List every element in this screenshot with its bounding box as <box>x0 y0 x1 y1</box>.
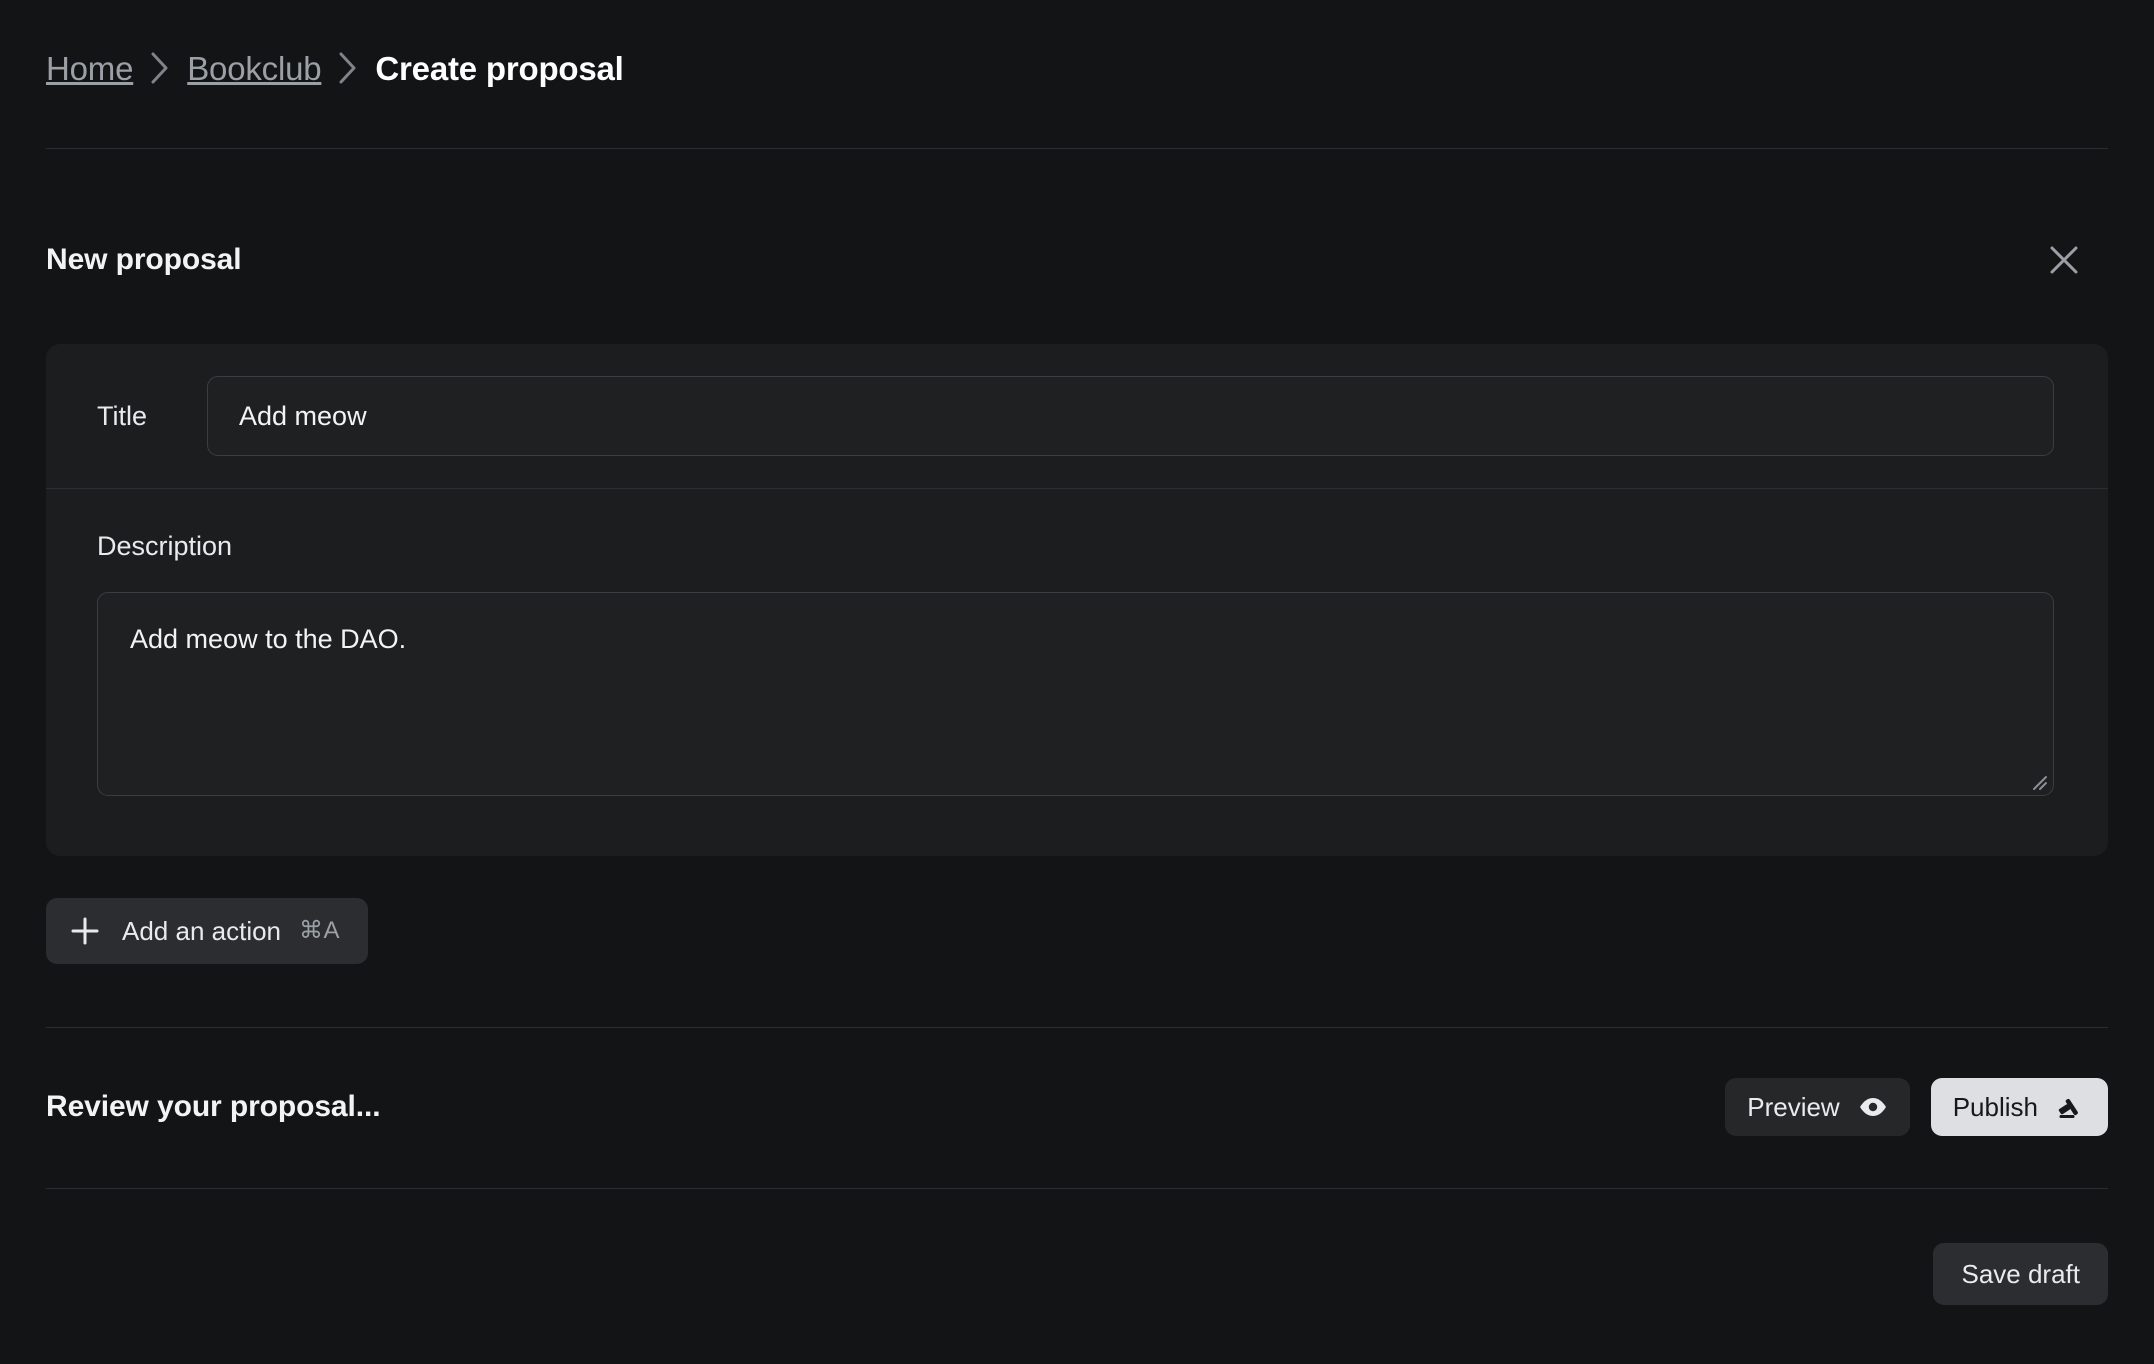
save-draft-button[interactable]: Save draft <box>1933 1243 2108 1305</box>
gavel-icon <box>2056 1092 2086 1122</box>
create-proposal-page: Home Bookclub Create proposal New propos… <box>0 0 2154 1364</box>
description-field-block: Description <box>46 489 2108 796</box>
review-title: Review your proposal... <box>46 1090 381 1123</box>
publish-button-label: Publish <box>1952 1092 2038 1122</box>
review-actions: Preview Publish <box>1725 1078 2108 1136</box>
title-label: Title <box>97 400 148 431</box>
breadcrumb: Home Bookclub Create proposal <box>46 44 624 92</box>
preview-button[interactable]: Preview <box>1725 1078 1910 1136</box>
publish-button[interactable]: Publish <box>1930 1078 2108 1136</box>
proposal-form-card: Title Description <box>46 344 2108 856</box>
description-label: Description <box>97 531 233 561</box>
breadcrumb-item-home[interactable]: Home <box>46 52 133 85</box>
close-icon[interactable] <box>2044 240 2084 280</box>
page-title: New proposal <box>46 243 242 276</box>
preview-button-label: Preview <box>1747 1092 1840 1122</box>
title-input[interactable] <box>207 376 2054 456</box>
breadcrumb-divider <box>46 148 2108 149</box>
eye-icon <box>1858 1092 1888 1122</box>
add-action-button[interactable]: Add an action ⌘A <box>46 898 369 964</box>
description-input[interactable] <box>97 592 2054 796</box>
breadcrumb-item-bookclub[interactable]: Bookclub <box>187 52 321 85</box>
breadcrumb-item-current: Create proposal <box>375 49 624 87</box>
add-action-shortcut: ⌘A <box>299 917 341 944</box>
chevron-right-icon <box>321 48 375 88</box>
add-action-label: Add an action <box>122 916 282 946</box>
plus-icon <box>68 914 102 948</box>
footer-divider <box>46 1188 2108 1189</box>
review-section-divider <box>46 1027 2108 1028</box>
description-input-wrap <box>97 592 2054 796</box>
chevron-right-icon <box>133 48 187 88</box>
title-field-row: Title <box>46 344 2108 489</box>
